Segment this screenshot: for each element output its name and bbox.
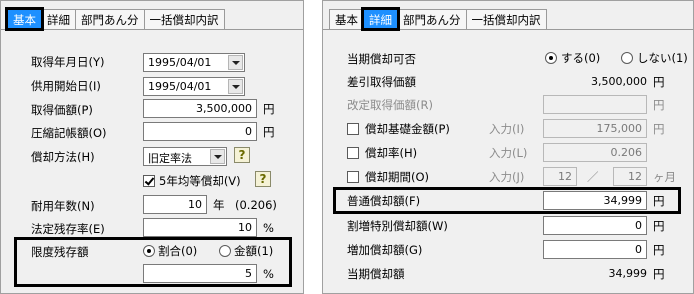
tab-divider: [323, 29, 693, 30]
yen-unit: 円: [653, 122, 665, 136]
special-dep-label: 割増特別償却額(W): [347, 219, 448, 233]
ratio-radio[interactable]: [143, 245, 155, 257]
chevron-down-icon[interactable]: [228, 79, 243, 94]
ratio-label: 割合(0): [158, 244, 198, 258]
dep-no-radio[interactable]: [621, 52, 633, 64]
input-label: 入力(I): [489, 122, 525, 136]
chevron-down-icon[interactable]: [210, 149, 225, 164]
net-price-label: 差引取得価額: [347, 75, 416, 89]
tab-department-allocation[interactable]: 部門あん分: [397, 9, 467, 29]
base-amount-label: 償却基礎金額(P): [365, 122, 450, 136]
residual-rate-label: 法定残存率(E): [31, 222, 105, 236]
current-total-value: 34,999: [608, 267, 648, 280]
revised-price-input[interactable]: [543, 95, 647, 114]
amount-radio[interactable]: [219, 245, 231, 257]
percent-unit: %: [263, 221, 274, 235]
normal-dep-label: 普通償却額(F): [347, 194, 421, 208]
tab-bar: 基本 詳細 部門あん分 一括償却内訳: [5, 7, 225, 31]
normal-dep-input[interactable]: 34,999: [543, 191, 647, 210]
service-start-label: 供用開始日(I): [31, 79, 101, 93]
yen-unit: 円: [653, 194, 665, 208]
acquisition-price-label: 取得価額(P): [31, 103, 93, 117]
tab-bar: 基本 詳細 部門あん分 一括償却内訳: [329, 7, 547, 31]
service-start-value: 1995/04/01: [148, 80, 212, 93]
five-year-help-button[interactable]: ?: [255, 171, 271, 187]
service-start-picker[interactable]: 1995/04/01: [143, 77, 245, 96]
base-amount-input[interactable]: 175,000: [543, 119, 647, 138]
period-checkbox[interactable]: [347, 171, 359, 183]
period-label: 償却期間(O): [365, 170, 430, 184]
method-label: 償却方法(H): [31, 150, 95, 164]
year-unit: 年: [213, 198, 225, 212]
base-amount-checkbox[interactable]: [347, 123, 359, 135]
rate-label: 償却率(H): [365, 146, 418, 160]
current-total-label: 当期償却額: [347, 267, 405, 281]
tab-lump-sum-breakdown[interactable]: 一括償却内訳: [465, 9, 547, 29]
rate-display: (0.206): [235, 198, 277, 212]
compressed-book-label: 圧縮記帳額(O): [31, 126, 107, 140]
period-separator: ／: [587, 170, 599, 184]
useful-life-label: 耐用年数(N): [31, 199, 95, 213]
tab-lump-sum-breakdown[interactable]: 一括償却内訳: [143, 9, 225, 29]
yen-unit: 円: [653, 219, 665, 233]
five-year-label: 5年均等償却(V): [159, 174, 241, 188]
residual-rate-input[interactable]: 10: [143, 218, 257, 237]
amount-label: 金額(1): [234, 244, 274, 258]
yen-unit: 円: [653, 243, 665, 257]
revised-price-label: 改定取得価額(R): [347, 98, 433, 112]
method-select[interactable]: 旧定率法: [143, 147, 227, 166]
net-price-value: 3,500,000: [591, 75, 647, 88]
acquisition-price-input[interactable]: 3,500,000: [143, 99, 257, 118]
input-label: 入力(J): [489, 170, 525, 184]
tab-detail[interactable]: 詳細: [41, 9, 76, 29]
tab-basic[interactable]: 基本: [329, 9, 364, 29]
limit-value-input[interactable]: 5: [143, 264, 257, 283]
special-dep-input[interactable]: 0: [543, 216, 647, 235]
acquisition-date-label: 取得年月日(Y): [31, 55, 105, 69]
useful-life-input[interactable]: 10: [143, 195, 207, 214]
method-help-button[interactable]: ?: [234, 147, 250, 163]
tab-department-allocation[interactable]: 部門あん分: [75, 9, 145, 29]
percent-unit: %: [263, 267, 274, 281]
yen-unit: 円: [653, 75, 665, 89]
acquisition-date-picker[interactable]: 1995/04/01: [143, 53, 245, 72]
input-label: 入力(L): [489, 146, 528, 160]
additional-dep-label: 増加償却額(G): [347, 243, 423, 257]
yen-unit: 円: [263, 125, 275, 139]
dep-yes-radio[interactable]: [545, 52, 557, 64]
rate-input[interactable]: 0.206: [543, 143, 647, 162]
chevron-down-icon[interactable]: [228, 55, 243, 70]
compressed-book-input[interactable]: 0: [143, 122, 257, 141]
current-dep-label: 当期償却可否: [347, 52, 416, 66]
dep-yes-label: する(0): [561, 51, 601, 65]
additional-dep-input[interactable]: 0: [543, 240, 647, 259]
acquisition-date-value: 1995/04/01: [148, 56, 212, 69]
tab-divider: [1, 29, 303, 30]
five-year-checkbox[interactable]: [143, 175, 155, 187]
tab-detail[interactable]: 詳細: [361, 7, 400, 31]
period-num-input[interactable]: 12: [543, 167, 577, 186]
dep-no-label: しない(1): [637, 51, 688, 65]
method-value: 旧定率法: [148, 152, 192, 165]
rate-checkbox[interactable]: [347, 147, 359, 159]
tab-basic[interactable]: 基本: [5, 7, 44, 31]
yen-unit: 円: [263, 102, 275, 116]
yen-unit: 円: [653, 267, 665, 281]
period-den-input[interactable]: 12: [613, 167, 647, 186]
limit-residual-label: 限度残存額: [31, 245, 89, 259]
yen-unit: 円: [653, 98, 665, 112]
detail-tab-panel: 基本 詳細 部門あん分 一括償却内訳 当期償却可否 する(0) しない(1) 差…: [322, 0, 694, 294]
month-unit: ヶ月: [653, 170, 676, 184]
basic-tab-panel: 基本 詳細 部門あん分 一括償却内訳 取得年月日(Y) 1995/04/01 供…: [0, 0, 304, 294]
